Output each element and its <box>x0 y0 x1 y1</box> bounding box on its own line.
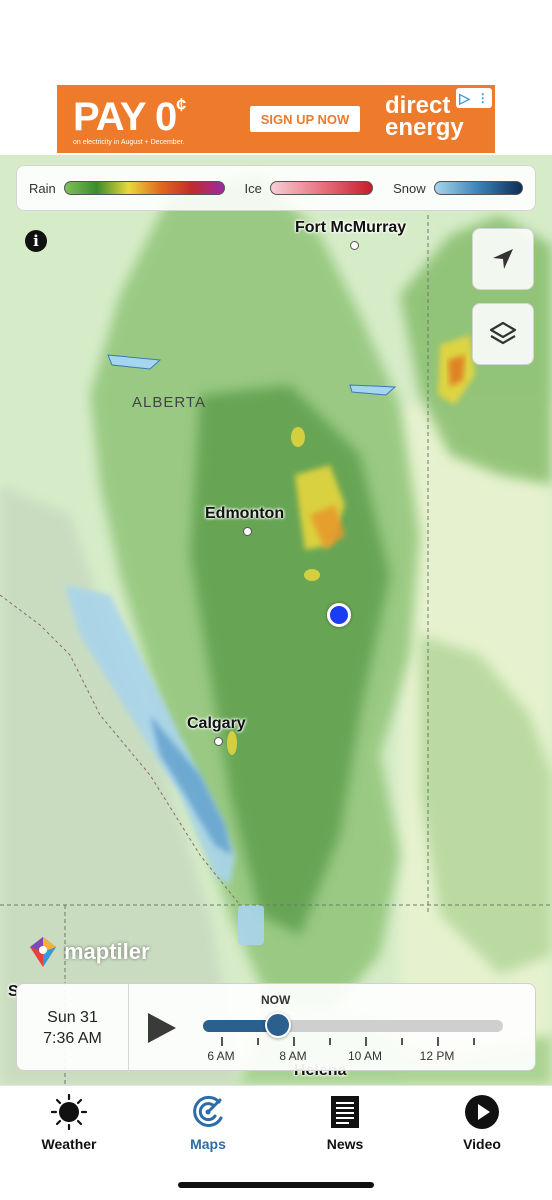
tab-weather-label: Weather <box>41 1136 97 1152</box>
layers-button[interactable] <box>472 303 534 365</box>
tab-video[interactable]: Video <box>432 1094 532 1154</box>
newspaper-icon <box>331 1096 359 1128</box>
ad-brand: direct energy <box>385 94 464 141</box>
radar-map[interactable]: ALBERTA Fort McMurray Edmonton Calgary S… <box>0 155 552 1085</box>
ad-brand-line2: energy <box>385 114 464 141</box>
timeline-tick <box>437 1037 439 1046</box>
timeline-thumb[interactable] <box>265 1012 291 1038</box>
tab-weather[interactable]: Weather <box>19 1094 119 1154</box>
maptiler-attribution[interactable]: maptiler <box>26 935 150 969</box>
ad-signup-button[interactable]: SIGN UP NOW <box>250 106 360 132</box>
locate-button[interactable] <box>472 228 534 290</box>
city-dot-calgary <box>214 737 223 746</box>
tab-video-label: Video <box>463 1136 501 1152</box>
location-arrow-icon <box>493 249 513 269</box>
home-indicator <box>178 1182 374 1188</box>
timeline-tick <box>293 1037 295 1046</box>
timeline-tick <box>365 1037 367 1046</box>
timeline-tick <box>401 1038 403 1045</box>
play-icon[interactable] <box>145 1010 179 1046</box>
timeline-tick <box>257 1038 259 1045</box>
timeline-tick <box>329 1038 331 1045</box>
legend-snow-label: Snow <box>393 180 426 196</box>
timeline-tick-label: 6 AM <box>207 1049 235 1063</box>
ad-subtext: on electricity in August + December. <box>73 139 185 146</box>
timeline-tick-label: 10 AM <box>347 1049 383 1063</box>
city-label-fort-mcmurray: Fort McMurray <box>295 219 407 236</box>
timeline-day: Sun 31 <box>47 1009 98 1026</box>
timeline-tick <box>221 1037 223 1046</box>
ad-cents: ¢ <box>176 95 186 115</box>
legend-ice-label: Ice <box>244 180 262 196</box>
timeline-time: 7:36 AM <box>43 1030 102 1047</box>
legend-ice-bar <box>269 181 374 195</box>
city-label-calgary: Calgary <box>187 715 246 732</box>
legend-snow-bar <box>433 181 523 195</box>
maptiler-label: maptiler <box>64 939 150 964</box>
region-label: ALBERTA <box>132 394 206 411</box>
tab-maps[interactable]: Maps <box>158 1094 258 1154</box>
timeline-tick-label: 12 PM <box>419 1049 455 1063</box>
timeline-panel: Sun 31 7:36 AM NOW 6 AM 8 AM 10 AM 12 PM <box>16 983 536 1072</box>
city-dot-fort-mcmurray <box>350 241 359 250</box>
play-circle-icon <box>465 1095 499 1129</box>
ad-banner[interactable]: PAY 0¢ on electricity in August + Decemb… <box>57 85 495 153</box>
timeline-datetime: Sun 31 7:36 AM <box>17 984 129 1072</box>
timeline-tick <box>473 1038 475 1045</box>
current-location-marker <box>327 603 351 627</box>
now-label: NOW <box>261 993 291 1007</box>
sun-icon <box>51 1094 87 1130</box>
precip-legend: Rain Ice Snow <box>16 165 536 211</box>
layers-icon <box>489 321 517 345</box>
timeline-tick-label: 8 AM <box>279 1049 307 1063</box>
tab-maps-label: Maps <box>190 1136 226 1152</box>
radar-icon <box>193 1095 223 1127</box>
legend-rain-label: Rain <box>29 180 56 196</box>
city-label-edmonton: Edmonton <box>205 505 285 522</box>
ad-headline: PAY 0¢ <box>73 95 186 139</box>
timeline-slider[interactable] <box>203 1020 503 1032</box>
legend-rain-bar <box>63 181 225 195</box>
maptiler-logo-icon <box>30 937 56 967</box>
info-icon[interactable]: i <box>25 230 47 252</box>
tab-news[interactable]: News <box>295 1094 395 1154</box>
tab-news-label: News <box>326 1136 364 1152</box>
ad-choices-icon[interactable]: ▷ ⋮ <box>456 88 492 108</box>
city-dot-edmonton <box>243 527 252 536</box>
